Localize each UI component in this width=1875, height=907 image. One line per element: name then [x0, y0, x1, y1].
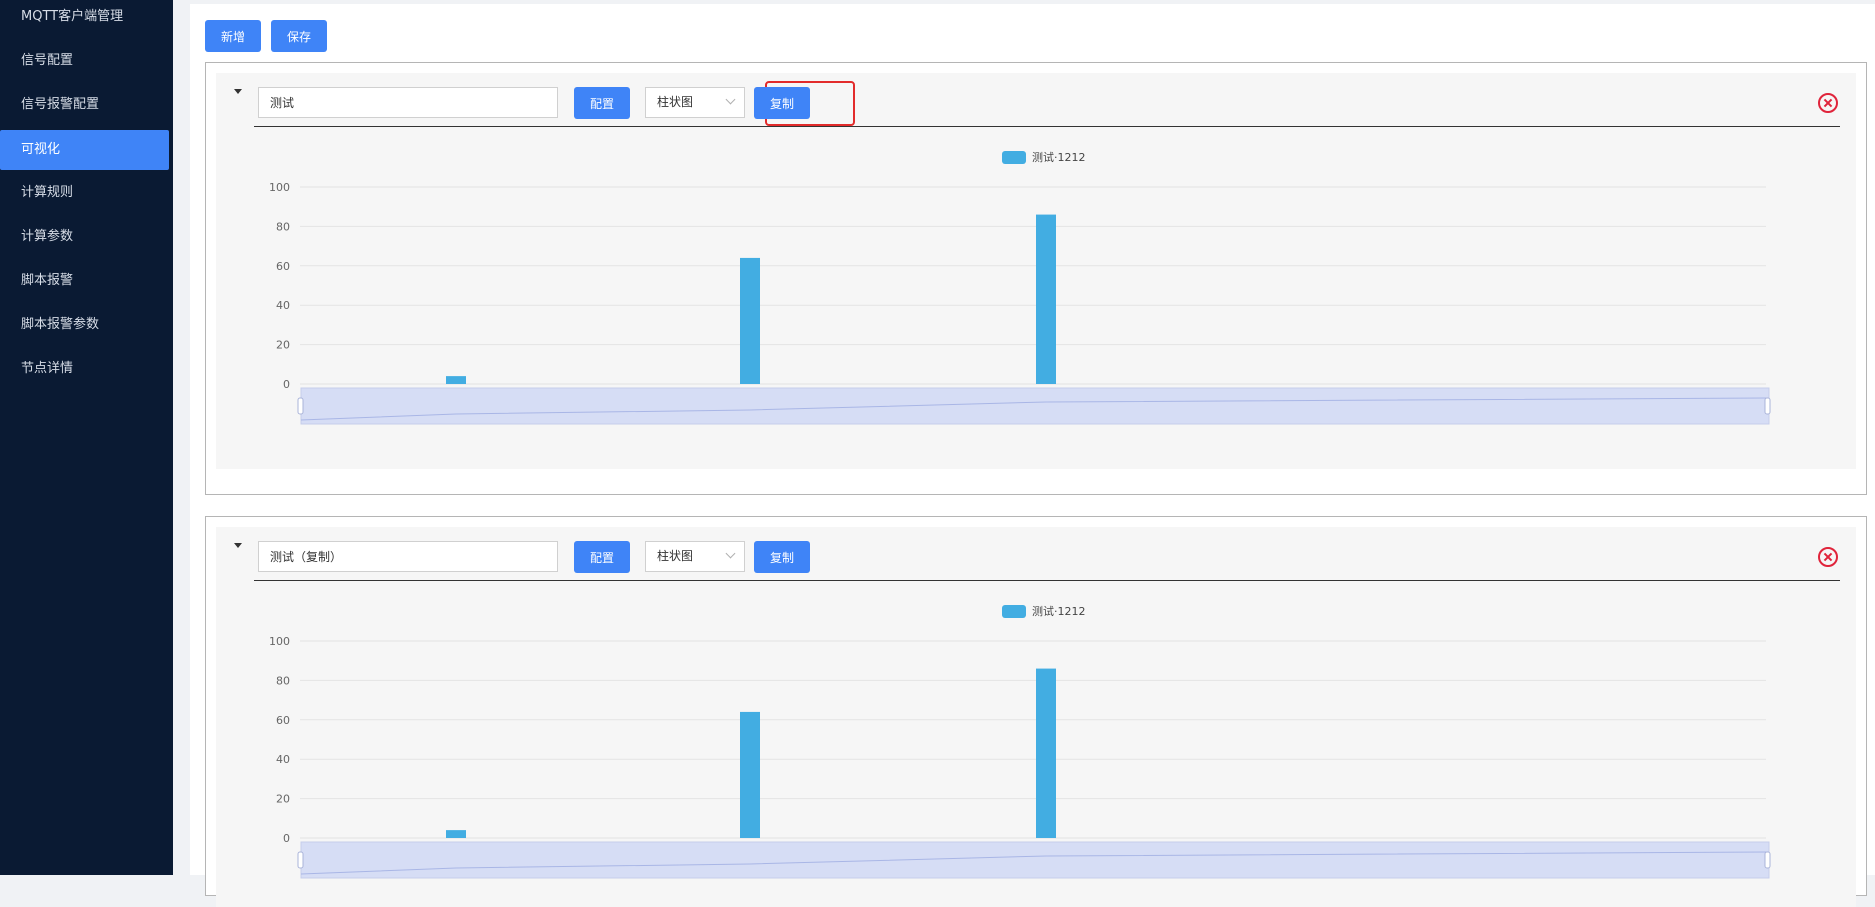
main-area: 新增 保存 配置 柱状图 复制 测试·1212 020406: [173, 0, 1875, 907]
data-zoom-handle-left: [297, 851, 304, 869]
sidebar-item-label: 脚本报警参数: [21, 317, 100, 332]
sidebar-item-label: 节点详情: [21, 361, 74, 376]
bar: [446, 376, 466, 384]
sidebar-item-calc-rules[interactable]: 计算规则: [0, 173, 169, 213]
chart-panel: 配置 柱状图 复制 测试·1212 020406080100: [205, 62, 1867, 495]
sidebar-item-label: MQTT客户端管理: [21, 9, 124, 24]
save-button[interactable]: 保存: [271, 20, 327, 52]
sidebar-item-script-alarm[interactable]: 脚本报警: [0, 261, 169, 301]
y-tick-label: 100: [269, 635, 290, 648]
bar: [446, 830, 466, 838]
y-tick-label: 0: [283, 378, 290, 391]
sidebar: MQTT客户端管理 信号配置 信号报警配置 可视化 计算规则 计算参数 脚本报警…: [0, 0, 173, 875]
data-zoom-handle-left: [297, 397, 304, 415]
chart-card: 配置 柱状图 复制 测试·1212 020406080100: [216, 73, 1856, 469]
y-tick-label: 20: [276, 339, 290, 352]
sidebar-item-label: 计算规则: [21, 185, 74, 200]
data-zoom-slider: [300, 841, 1770, 879]
data-zoom-slider: [300, 387, 1770, 425]
bar-chart: 0 20 40 60 80 100: [269, 635, 1771, 879]
y-tick-label: 40: [276, 753, 290, 766]
y-tick-label: 20: [276, 793, 290, 806]
y-tick-label: 0: [283, 832, 290, 845]
sidebar-item-label: 计算参数: [21, 229, 74, 244]
bar: [1036, 668, 1056, 838]
bar: [740, 257, 760, 384]
y-tick-label: 80: [276, 220, 290, 233]
main-content: 新增 保存 配置 柱状图 复制 测试·1212 020406: [190, 4, 1875, 907]
chart-panel: 配置 柱状图 复制 测试·1212 020406080100: [205, 516, 1867, 907]
bar: [740, 711, 760, 838]
sidebar-item-signal-config[interactable]: 信号配置: [0, 41, 169, 81]
y-tick-label: 100: [269, 181, 290, 194]
bar: [1036, 214, 1056, 384]
sidebar-item-label: 信号报警配置: [21, 97, 100, 112]
sidebar-item-label: 脚本报警: [21, 273, 74, 288]
data-zoom-handle-right: [1764, 851, 1771, 869]
sidebar-item-label: 可视化: [21, 142, 61, 157]
y-tick-label: 60: [276, 714, 290, 727]
sidebar-item-node-details[interactable]: 节点详情: [0, 349, 169, 389]
y-tick-label: 40: [276, 299, 290, 312]
add-button[interactable]: 新增: [205, 20, 261, 52]
sidebar-item-script-alarm-params[interactable]: 脚本报警参数: [0, 305, 169, 345]
sidebar-item-mqtt-client[interactable]: MQTT客户端管理: [0, 0, 169, 37]
y-tick-label: 80: [276, 674, 290, 687]
sidebar-item-signal-alarm-config[interactable]: 信号报警配置: [0, 85, 169, 125]
sidebar-item-visualization[interactable]: 可视化: [0, 130, 169, 170]
data-zoom-handle-right: [1764, 397, 1771, 415]
sidebar-item-calc-params[interactable]: 计算参数: [0, 217, 169, 257]
y-tick-label: 60: [276, 260, 290, 273]
bar-chart: 0 20 40 60 80 100: [269, 181, 1771, 425]
sidebar-item-label: 信号配置: [21, 53, 74, 68]
chart-card: 配置 柱状图 复制 测试·1212 020406080100: [216, 527, 1856, 907]
